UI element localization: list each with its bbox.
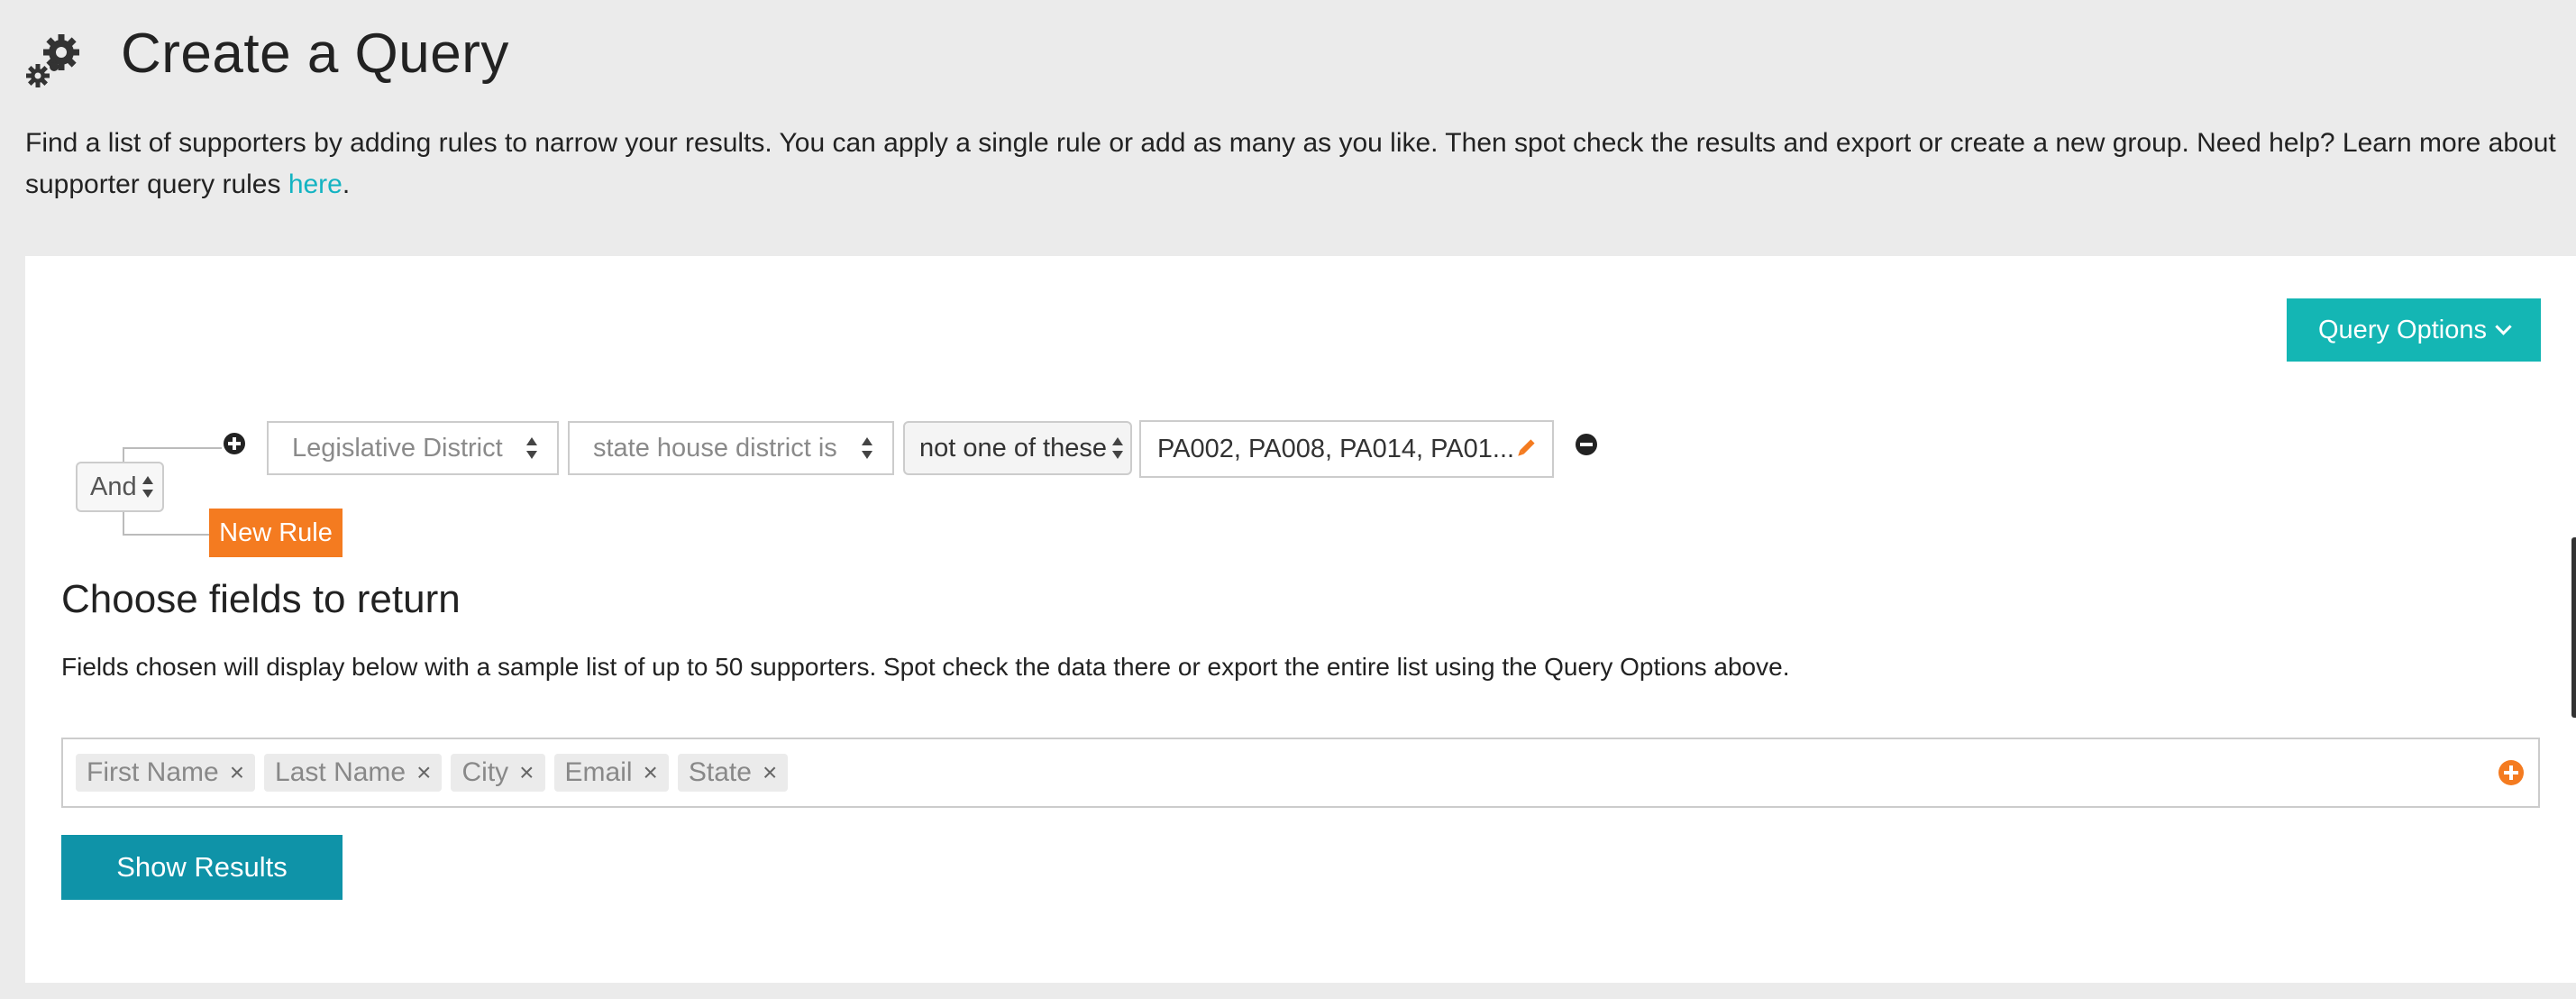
remove-rule-icon[interactable] (1576, 434, 1597, 455)
group-operator-value: And (90, 472, 137, 501)
rule-field-value: Legislative District (292, 433, 503, 463)
field-tag: State × (677, 754, 789, 792)
new-rule-button[interactable]: New Rule (209, 509, 343, 557)
intro-text: Find a list of supporters by adding rule… (25, 123, 2567, 206)
select-arrows-icon (142, 476, 153, 498)
rule-value-field[interactable]: PA002, PA008, PA014, PA01... (1139, 420, 1554, 478)
select-arrows-icon (862, 437, 872, 459)
remove-tag-icon[interactable]: × (763, 758, 777, 787)
fields-section-title: Choose fields to return (61, 577, 461, 621)
add-rule-icon[interactable] (224, 433, 245, 454)
remove-tag-icon[interactable]: × (416, 758, 431, 787)
remove-tag-icon[interactable]: × (230, 758, 244, 787)
chevron-down-icon (2495, 317, 2512, 335)
fields-multiselect[interactable]: First Name × Last Name × City × Email × … (61, 738, 2540, 808)
rule-field-select[interactable]: Legislative District (267, 421, 559, 475)
page-title: Create a Query (121, 23, 509, 85)
rule-bracket-bottom (123, 534, 209, 536)
rule-bracket-top (123, 447, 222, 449)
intro-end: . (342, 170, 351, 199)
field-tag: Last Name × (264, 754, 443, 792)
field-tag: Email × (553, 754, 669, 792)
select-arrows-icon (526, 437, 537, 459)
remove-tag-icon[interactable]: × (644, 758, 658, 787)
rule-match-select[interactable]: not one of these (903, 421, 1132, 475)
query-options-button[interactable]: Query Options (2287, 298, 2541, 362)
field-tag-label: First Name (87, 757, 219, 787)
select-arrows-icon (1112, 437, 1123, 459)
scrollbar[interactable] (2571, 537, 2576, 718)
add-field-icon[interactable] (2498, 760, 2524, 785)
intro-body: Find a list of supporters by adding rule… (25, 128, 2556, 199)
page-header (25, 20, 85, 101)
rule-condition-value: state house district is (593, 433, 837, 463)
field-tag: First Name × (76, 754, 256, 792)
rule-condition-select[interactable]: state house district is (568, 421, 894, 475)
pencil-icon[interactable] (1514, 438, 1536, 460)
gears-icon (25, 31, 85, 90)
field-tag-label: Email (564, 757, 633, 787)
remove-tag-icon[interactable]: × (519, 758, 534, 787)
group-operator-select[interactable]: And (76, 462, 164, 512)
field-tag-label: City (461, 757, 509, 787)
field-tag-label: Last Name (275, 757, 406, 787)
query-options-label: Query Options (2318, 315, 2487, 344)
rule-value-text: PA002, PA008, PA014, PA01... (1157, 434, 1515, 463)
show-results-button[interactable]: Show Results (61, 835, 343, 900)
field-tag-label: State (688, 757, 752, 787)
help-link[interactable]: here (288, 170, 343, 199)
rule-match-value: not one of these (919, 433, 1107, 463)
fields-section-description: Fields chosen will display below with a … (61, 653, 1790, 681)
field-tag: City × (451, 754, 545, 792)
